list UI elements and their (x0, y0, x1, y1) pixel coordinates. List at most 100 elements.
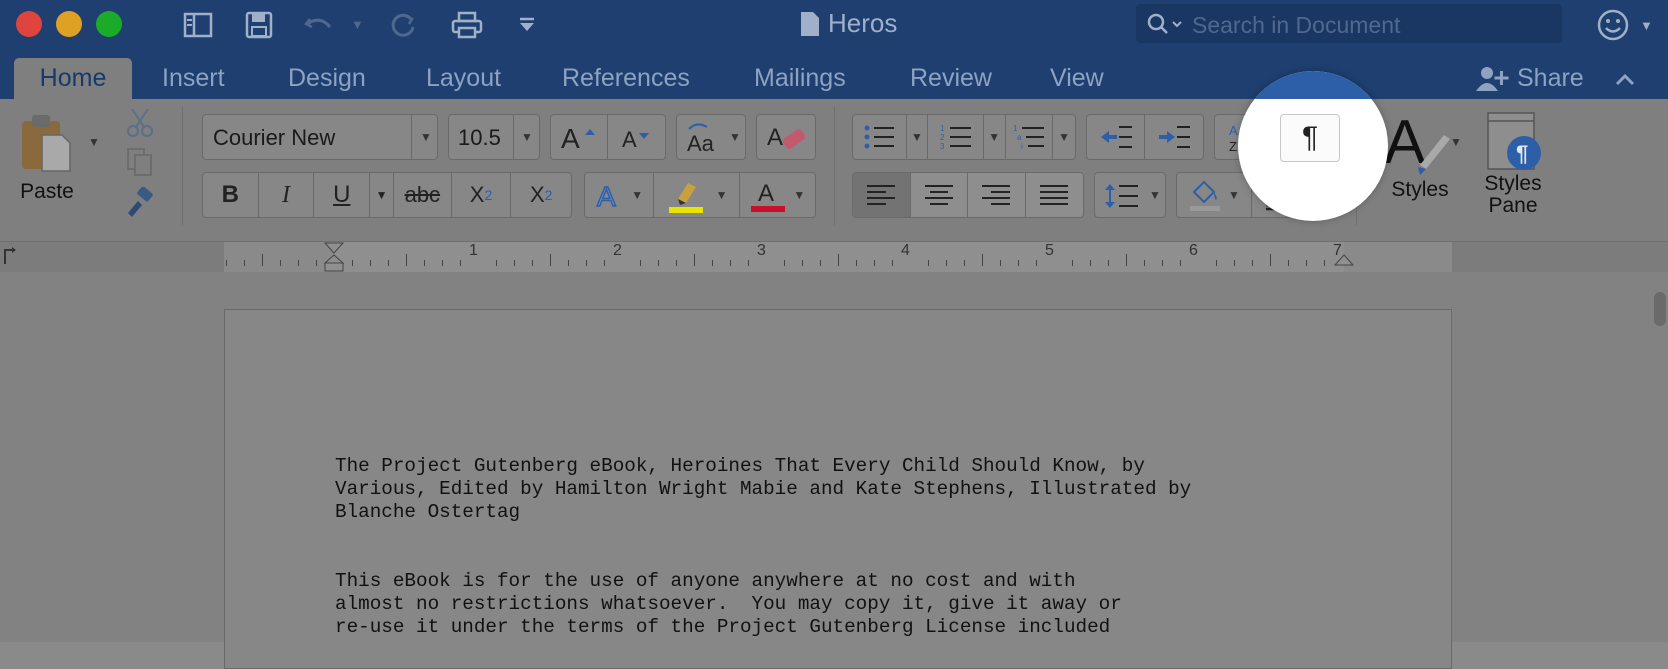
shading-button[interactable]: ▼ (1177, 173, 1252, 217)
tab-insert[interactable]: Insert (162, 58, 225, 99)
add-person-icon (1476, 66, 1509, 91)
shrink-font-button[interactable]: A (608, 115, 665, 159)
save-icon[interactable] (242, 8, 276, 42)
right-indent-marker[interactable] (1333, 254, 1355, 270)
font-size-select[interactable]: 10.5 ▼ (448, 114, 540, 160)
superscript-x: X (529, 182, 545, 207)
ruler-tick (1108, 260, 1109, 266)
tab-home[interactable]: Home (14, 58, 132, 99)
align-right-button[interactable] (968, 173, 1026, 217)
font-size-value: 10.5 (458, 125, 501, 150)
ruler-tick (1072, 260, 1073, 266)
document-line[interactable]: re-use it under the terms of the Project… (335, 616, 1110, 638)
styles-pane-label-1: Styles (1484, 172, 1542, 195)
redo-icon[interactable] (386, 8, 420, 42)
styles-pane-label-2: Pane (1488, 194, 1538, 217)
subscript-x: X (469, 182, 485, 207)
minimize-window-button[interactable] (56, 11, 82, 37)
highlight-color-button[interactable]: ▼ (654, 173, 740, 217)
superscript-button[interactable]: X2 (511, 173, 571, 217)
strikethrough-button[interactable]: abc (394, 173, 452, 217)
svg-text:¶: ¶ (1516, 141, 1528, 166)
align-left-button[interactable] (853, 173, 911, 217)
multilevel-list-icon: 1ai (1013, 124, 1044, 151)
horizontal-ruler[interactable]: 1 2 3 4 5 6 7 (224, 242, 1452, 272)
bullets-button[interactable] (853, 115, 907, 159)
sidebar-toggle-icon[interactable] (181, 8, 215, 42)
align-right-icon (982, 185, 1011, 205)
document-line[interactable]: Various, Edited by Hamilton Wright Mabie… (335, 478, 1191, 500)
paste-dropdown-icon[interactable]: ▼ (88, 135, 100, 149)
change-case-button[interactable]: Aa ▼ (676, 114, 746, 160)
multilevel-list-button[interactable]: 1ai (1006, 115, 1054, 159)
paste-button[interactable]: Paste (20, 113, 74, 204)
line-spacing-button[interactable]: ▼ (1094, 172, 1166, 218)
align-center-button[interactable] (911, 173, 968, 217)
multilevel-dropdown-icon[interactable]: ▼ (1053, 115, 1075, 159)
share-button[interactable]: Share (1475, 58, 1584, 99)
document-line[interactable]: almost no restrictions whatsoever. You m… (335, 593, 1122, 615)
styles-pane-icon: ¶ (1487, 112, 1541, 170)
account-dropdown-icon[interactable]: ▼ (1640, 18, 1653, 33)
italic-button[interactable]: I (259, 173, 315, 217)
close-window-button[interactable] (16, 11, 42, 37)
svg-text:1: 1 (1013, 124, 1018, 133)
select-divider (513, 115, 514, 159)
ruler-number: 5 (1045, 242, 1054, 259)
tab-layout[interactable]: Layout (426, 58, 501, 99)
collapse-ribbon-icon[interactable] (1614, 58, 1636, 99)
ruler-tick (1252, 260, 1253, 266)
bullets-dropdown-icon[interactable]: ▼ (907, 115, 929, 159)
increase-indent-button[interactable] (1145, 115, 1203, 159)
font-name-select[interactable]: Courier New ▼ (202, 114, 438, 160)
bold-button[interactable]: B (203, 173, 259, 217)
clear-formatting-button[interactable]: A (756, 114, 816, 160)
document-line[interactable]: Blanche Ostertag (335, 501, 520, 523)
tab-view[interactable]: View (1050, 58, 1104, 99)
zoom-window-button[interactable] (96, 11, 122, 37)
ruler-tick (262, 254, 263, 266)
shrink-font-icon: A (622, 127, 649, 150)
bullets-icon (864, 125, 895, 149)
justify-button[interactable] (1026, 173, 1084, 217)
underline-dropdown-icon[interactable]: ▼ (370, 173, 394, 217)
text-effects-button[interactable]: A ▼ (585, 173, 655, 217)
styles-dropdown-icon[interactable]: ▼ (1450, 135, 1462, 149)
copy-icon[interactable] (126, 147, 154, 182)
print-icon[interactable] (450, 8, 484, 42)
grow-font-button[interactable]: A (551, 115, 609, 159)
show-formatting-marks-button[interactable]: ¶ (1280, 114, 1340, 162)
tab-references[interactable]: References (562, 58, 690, 99)
subscript-button[interactable]: X2 (452, 173, 512, 217)
tab-review[interactable]: Review (910, 58, 992, 99)
numbering-dropdown-icon[interactable]: ▼ (984, 115, 1006, 159)
cut-icon[interactable] (124, 107, 156, 144)
undo-dropdown-icon[interactable]: ▼ (351, 17, 364, 32)
search-input[interactable]: Search in Document (1136, 4, 1562, 43)
numbering-button[interactable]: 123 (928, 115, 984, 159)
undo-icon[interactable] (302, 8, 336, 42)
document-line[interactable]: The Project Gutenberg eBook, Heroines Th… (335, 455, 1145, 477)
vertical-scrollbar-thumb[interactable] (1654, 292, 1666, 326)
styles-pane-button[interactable]: ¶ Styles Pane (1478, 111, 1548, 217)
decrease-indent-button[interactable] (1087, 115, 1146, 159)
customize-toolbar-icon[interactable] (510, 8, 544, 42)
first-line-indent-marker[interactable] (323, 242, 345, 272)
ribbon-home: Paste ▼ Courier New ▼ 10.5 ▼ A A Aa ▼ A … (0, 99, 1668, 242)
window-title: Heros (828, 8, 898, 38)
tab-stop-selector-icon[interactable] (2, 246, 18, 271)
smiley-feedback-icon[interactable] (1596, 8, 1630, 42)
svg-text:A: A (758, 180, 774, 207)
document-canvas[interactable]: The Project Gutenberg eBook, Heroines Th… (0, 272, 1668, 669)
svg-text:A: A (1384, 108, 1426, 175)
tab-mailings[interactable]: Mailings (754, 58, 846, 99)
ruler-tick (1234, 260, 1235, 266)
tab-design[interactable]: Design (288, 58, 366, 99)
format-painter-icon[interactable] (124, 186, 156, 224)
document-page[interactable]: The Project Gutenberg eBook, Heroines Th… (224, 309, 1452, 669)
font-color-button[interactable]: A ▼ (740, 173, 815, 217)
styles-button[interactable]: A Styles (1380, 107, 1460, 202)
underline-button[interactable]: U (314, 173, 371, 217)
document-line[interactable]: This eBook is for the use of anyone anyw… (335, 570, 1076, 592)
alignment-buttons (852, 172, 1084, 218)
